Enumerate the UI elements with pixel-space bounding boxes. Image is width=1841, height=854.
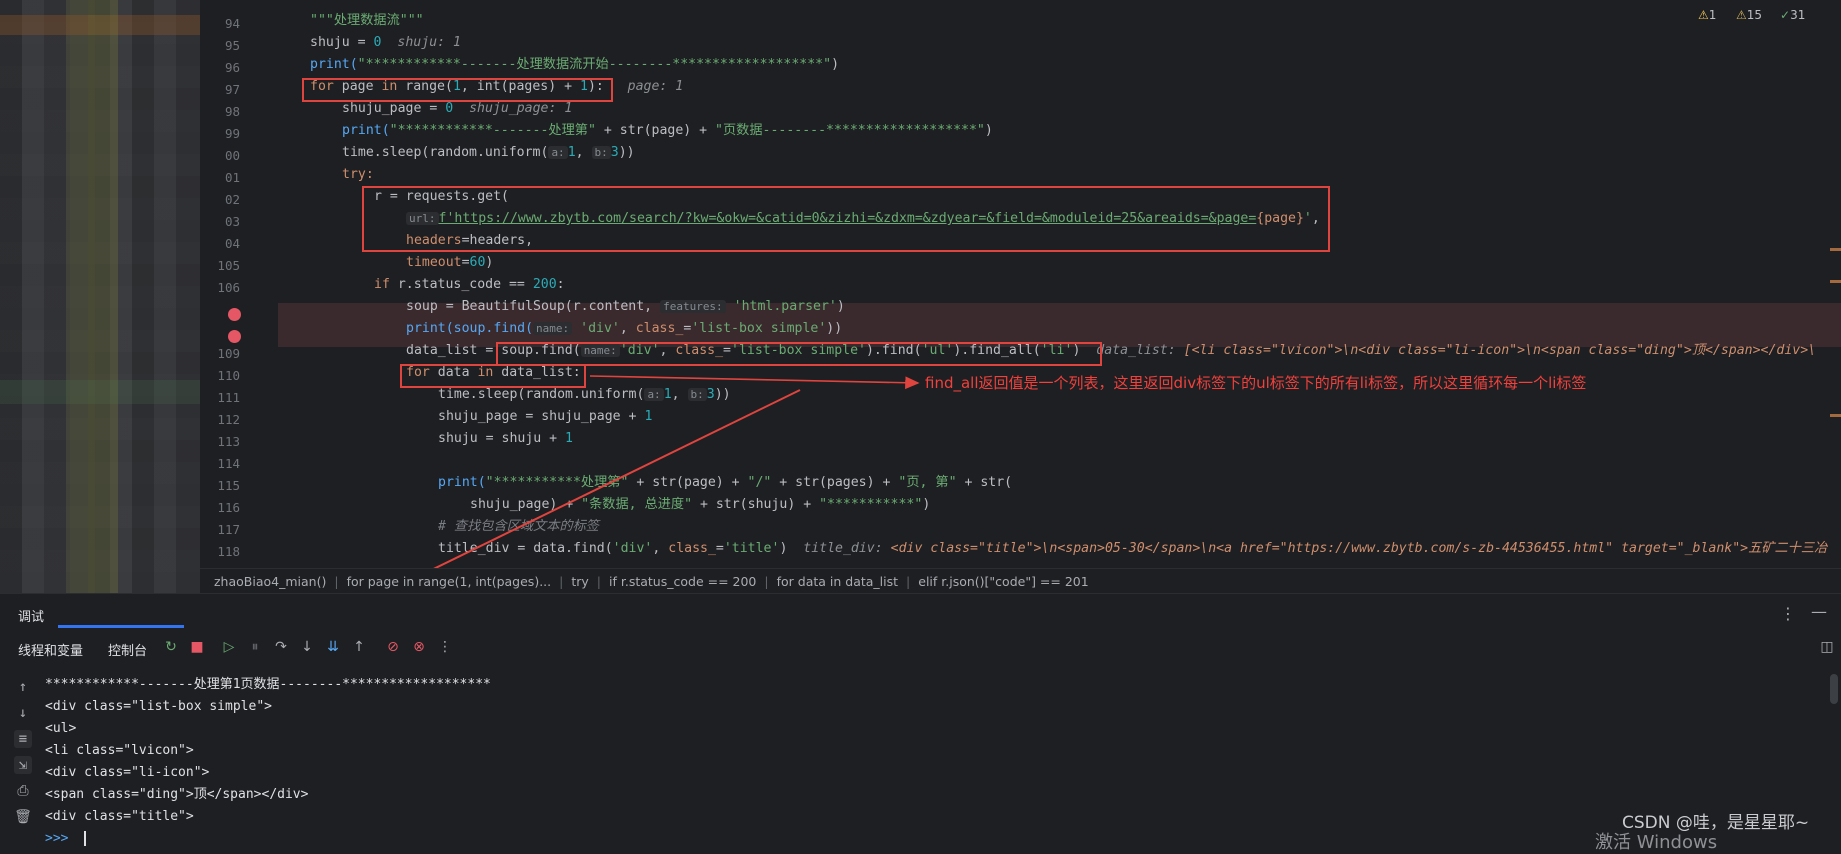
step-out-icon[interactable]: ↑	[350, 638, 368, 656]
console-line: <div class="title">	[45, 809, 194, 824]
breadcrumb-item[interactable]: for data in data_list	[777, 574, 898, 589]
more-options-icon[interactable]: ⋮	[1780, 604, 1796, 623]
view-breakpoints-icon[interactable]: ⊘	[384, 638, 402, 656]
layout-icon[interactable]: ◫	[1818, 638, 1836, 656]
breadcrumb-item[interactable]: elif r.json()["code"] == 201	[918, 574, 1088, 589]
scroll-to-end-icon[interactable]: ⇲	[14, 756, 32, 774]
breadcrumb-item[interactable]: try	[571, 574, 588, 589]
breadcrumb-item[interactable]: zhaoBiao4_mian()	[214, 574, 326, 589]
print-icon[interactable]: ⎙	[14, 782, 32, 800]
soft-wrap-icon[interactable]: ≡	[14, 730, 32, 748]
mute-breakpoints-icon[interactable]: ⊗	[410, 638, 428, 656]
step-into-my-code-icon[interactable]: ⇊	[324, 638, 342, 656]
breadcrumb: zhaoBiao4_mian() | for page in range(1, i…	[200, 568, 1841, 594]
rerun-icon[interactable]: ↻	[162, 638, 180, 656]
debug-tool-window: 调试 ⋮ — 线程和变量 控制台 ↻ ■ ▷ ⏸ ↷ ↓ ⇊ ↑ ⊘ ⊗ ⋮ ◫…	[0, 593, 1841, 846]
windows-activation-watermark: 激活 Windows	[1595, 832, 1718, 853]
annotation-text: find_all返回值是一个列表，这里返回div标签下的ul标签下的所有li标签…	[925, 374, 1587, 392]
scroll-down-icon[interactable]: ↓	[14, 704, 32, 722]
pause-icon[interactable]: ⏸	[246, 638, 264, 656]
console-line: <ul>	[45, 721, 77, 736]
step-over-icon[interactable]: ↷	[272, 638, 290, 656]
minimize-icon[interactable]: —	[1811, 602, 1827, 621]
tab-console[interactable]: 控制台	[108, 640, 147, 659]
console-output[interactable]: ************-------处理第1页数据--------******…	[45, 674, 491, 850]
scroll-up-icon[interactable]: ↑	[14, 678, 32, 696]
console-line: ************-------处理第1页数据--------******…	[45, 677, 491, 692]
console-scrollbar[interactable]	[1830, 674, 1838, 704]
clear-all-icon[interactable]: 🗑	[14, 808, 32, 826]
resume-icon[interactable]: ▷	[220, 638, 238, 656]
stop-icon[interactable]: ■	[188, 638, 206, 656]
console-prompt[interactable]: >>>	[45, 828, 491, 850]
debug-session-tab-indicator	[58, 625, 184, 628]
breadcrumb-item[interactable]: if r.status_code == 200	[609, 574, 756, 589]
tab-threads-variables[interactable]: 线程和变量	[18, 640, 83, 659]
debug-toolbar: 线程和变量 控制台 ↻ ■ ▷ ⏸ ↷ ↓ ⇊ ↑ ⊘ ⊗ ⋮ ◫	[0, 632, 1841, 662]
step-into-icon[interactable]: ↓	[298, 638, 316, 656]
breadcrumb-item[interactable]: for page in range(1, int(pages)...	[347, 574, 552, 589]
console-line: <div class="list-box simple">	[45, 699, 272, 714]
console-line: <li class="lvicon">	[45, 743, 194, 758]
console-line: <div class="li-icon">	[45, 765, 210, 780]
debug-title[interactable]: 调试	[18, 606, 44, 625]
more-icon[interactable]: ⋮	[436, 638, 454, 656]
console-line: <span class="ding">顶</span></div>	[45, 787, 309, 802]
